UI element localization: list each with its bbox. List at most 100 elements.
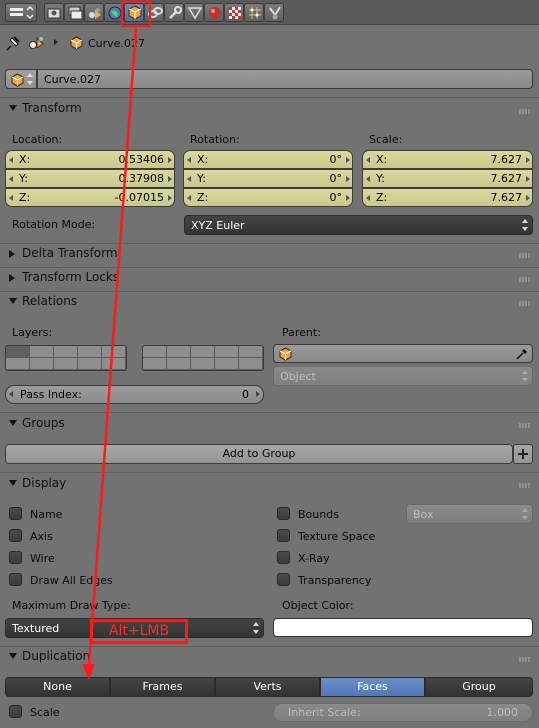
- display-wire-checkbox[interactable]: [9, 551, 22, 564]
- layer-toggle[interactable]: [143, 346, 167, 358]
- render-icon: [47, 8, 61, 19]
- location-x-field[interactable]: X: 0.53406: [5, 150, 175, 169]
- transform-collapse-icon[interactable]: [9, 105, 17, 111]
- panel-drag-handle[interactable]: [519, 423, 531, 428]
- panel-drag-handle[interactable]: [519, 483, 531, 488]
- dupli-faces-option[interactable]: Faces: [320, 677, 425, 697]
- transform-locks-expand-icon[interactable]: [9, 274, 15, 282]
- rotation-z-field[interactable]: Z: 0°: [183, 188, 353, 207]
- layer-toggle[interactable]: [239, 346, 263, 358]
- relations-panel-title[interactable]: Relations: [22, 294, 77, 308]
- layer-toggle[interactable]: [143, 358, 167, 370]
- dupli-scale-checkbox[interactable]: [9, 705, 22, 718]
- display-xray-checkbox[interactable]: [277, 551, 290, 564]
- scene-icon: [89, 8, 101, 19]
- eyedropper-icon[interactable]: [515, 347, 529, 361]
- render-tab[interactable]: [44, 3, 64, 22]
- parent-field[interactable]: [273, 344, 533, 363]
- layers-grid-left[interactable]: [5, 345, 127, 371]
- panel-drag-handle[interactable]: [519, 657, 531, 662]
- particles-tab[interactable]: [244, 3, 264, 22]
- dupli-verts-option[interactable]: Verts: [215, 677, 320, 697]
- layer-toggle[interactable]: [6, 346, 30, 358]
- layer-toggle[interactable]: [191, 346, 215, 358]
- layer-toggle[interactable]: [78, 358, 102, 370]
- pin-icon[interactable]: [6, 35, 22, 51]
- object-cube-icon: [70, 36, 83, 50]
- scale-label: Scale:: [369, 133, 403, 146]
- layer-toggle[interactable]: [54, 346, 78, 358]
- display-transparency-checkbox[interactable]: [277, 573, 290, 586]
- groups-collapse-icon[interactable]: [9, 420, 17, 426]
- layer-toggle[interactable]: [167, 346, 191, 358]
- layer-toggle[interactable]: [30, 358, 54, 370]
- layer-toggle[interactable]: [54, 358, 78, 370]
- panel-drag-handle[interactable]: [519, 109, 531, 114]
- editor-type-menu[interactable]: [5, 3, 37, 22]
- material-icon: [209, 7, 221, 19]
- dupli-frames-option[interactable]: Frames: [110, 677, 215, 697]
- panel-drag-handle[interactable]: [519, 277, 531, 282]
- display-bounds-checkbox[interactable]: [277, 507, 290, 520]
- physics-tab[interactable]: [264, 3, 284, 22]
- particles-icon: [249, 7, 261, 19]
- groups-panel-title[interactable]: Groups: [22, 416, 65, 430]
- object-name-field[interactable]: Curve.027: [37, 69, 533, 89]
- layer-toggle[interactable]: [215, 358, 239, 370]
- object-color-swatch[interactable]: [273, 618, 533, 637]
- pass-index-field[interactable]: Pass Index: 0: [5, 385, 264, 404]
- bounds-type-dropdown[interactable]: Box: [406, 504, 533, 524]
- scale-z-field[interactable]: Z: 7.627: [362, 188, 533, 207]
- delta-transform-expand-icon[interactable]: [9, 250, 15, 258]
- layer-toggle[interactable]: [102, 346, 126, 358]
- rotation-mode-dropdown[interactable]: XYZ Euler: [184, 215, 533, 235]
- layers-label: Layers:: [12, 326, 53, 339]
- layer-toggle[interactable]: [6, 358, 30, 370]
- scale-x-field[interactable]: X: 7.627: [362, 150, 533, 169]
- display-draw-all-edges-checkbox[interactable]: [9, 573, 22, 586]
- relations-collapse-icon[interactable]: [9, 298, 17, 304]
- panel-drag-handle[interactable]: [519, 253, 531, 258]
- scale-y-field[interactable]: Y: 7.627: [362, 169, 533, 188]
- layer-toggle[interactable]: [239, 358, 263, 370]
- shortcut-annotation: Alt+LMB: [90, 619, 188, 644]
- panel-drag-handle[interactable]: [519, 301, 531, 306]
- layer-toggle[interactable]: [167, 358, 191, 370]
- duplication-collapse-icon[interactable]: [9, 653, 17, 659]
- add-group-plus-icon[interactable]: [513, 444, 533, 464]
- location-y-field[interactable]: Y: 0.37908: [5, 169, 175, 188]
- transform-panel-title[interactable]: Transform: [22, 101, 82, 115]
- layer-toggle[interactable]: [215, 346, 239, 358]
- display-wire-label: Wire: [30, 552, 55, 565]
- display-panel-title[interactable]: Display: [22, 476, 66, 490]
- layer-toggle[interactable]: [102, 358, 126, 370]
- display-texture-space-checkbox[interactable]: [277, 529, 290, 542]
- rotation-label: Rotation:: [190, 133, 240, 146]
- material-tab[interactable]: [204, 3, 224, 22]
- object-data-tab[interactable]: [184, 3, 204, 22]
- render-layers-tab[interactable]: [64, 3, 84, 22]
- dupli-none-option[interactable]: None: [5, 677, 110, 697]
- rotation-y-field[interactable]: Y: 0°: [183, 169, 353, 188]
- layer-toggle[interactable]: [30, 346, 54, 358]
- scene-tab[interactable]: [84, 3, 104, 22]
- dupli-group-option[interactable]: Group: [425, 677, 533, 697]
- parent-type-dropdown[interactable]: Object: [273, 366, 533, 386]
- layer-toggle[interactable]: [78, 346, 102, 358]
- location-z-field[interactable]: Z: -0.07015: [5, 188, 175, 207]
- display-name-checkbox[interactable]: [9, 507, 22, 520]
- layers-grid-right[interactable]: [142, 345, 264, 371]
- layer-toggle[interactable]: [191, 358, 215, 370]
- texture-tab[interactable]: [224, 3, 244, 22]
- add-to-group-button[interactable]: Add to Group: [5, 444, 513, 464]
- delta-transform-panel-title[interactable]: Delta Transform: [22, 246, 118, 260]
- transform-locks-panel-title[interactable]: Transform Locks: [22, 270, 119, 284]
- object-type-selector[interactable]: [5, 69, 37, 89]
- object-cube-icon: [279, 347, 292, 361]
- display-axis-checkbox[interactable]: [9, 529, 22, 542]
- rotation-x-field[interactable]: X: 0°: [183, 150, 353, 169]
- modifiers-tab[interactable]: [164, 3, 184, 22]
- duplication-panel-title[interactable]: Duplication: [22, 649, 90, 663]
- display-collapse-icon[interactable]: [9, 480, 17, 486]
- inherit-scale-field[interactable]: Inherit Scale: 1.000: [273, 703, 533, 722]
